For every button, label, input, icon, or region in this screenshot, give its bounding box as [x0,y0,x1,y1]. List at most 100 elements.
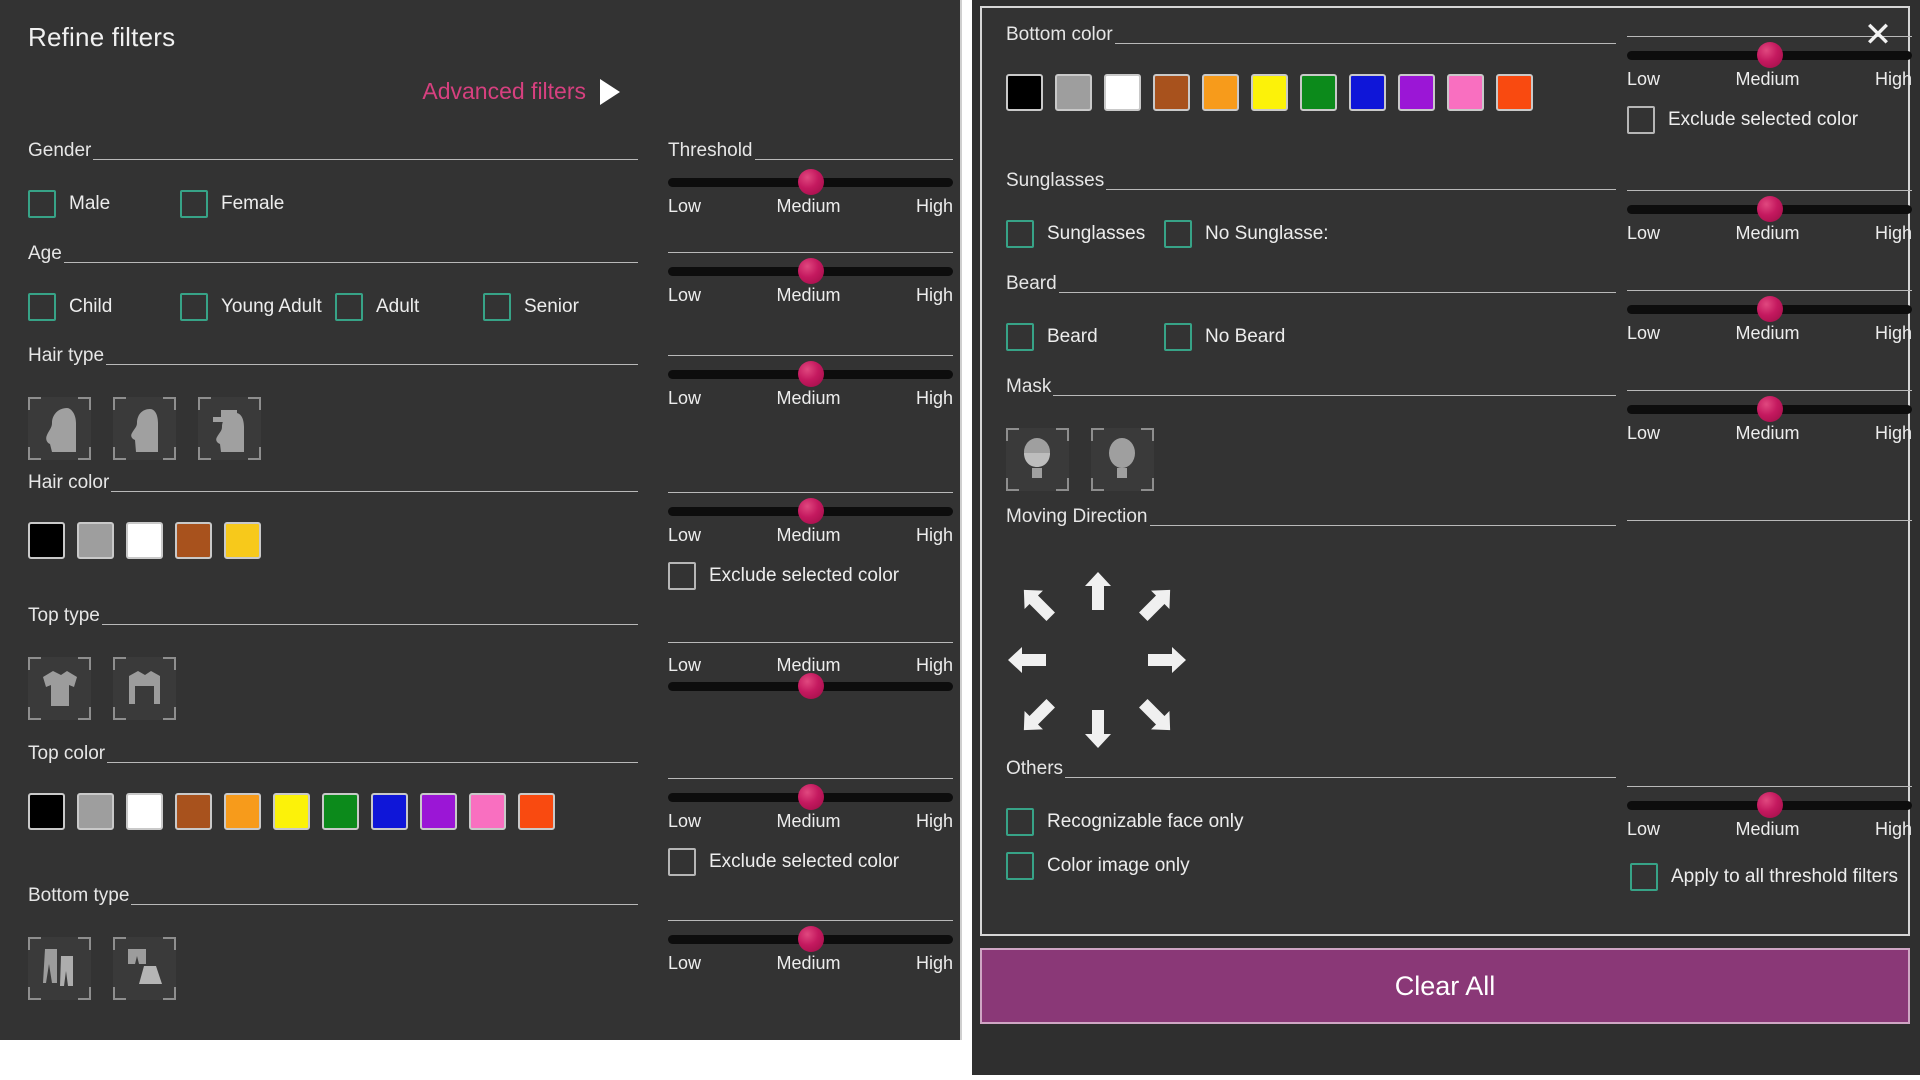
advanced-filters-button[interactable]: Advanced filters [422,78,620,105]
slider-thumb[interactable] [1756,296,1783,322]
checkbox-box[interactable] [1164,323,1192,351]
checkbox-exclude-selected-color[interactable]: Exclude selected color [668,848,953,876]
clear-all-button[interactable]: Clear All [980,948,1910,1024]
slider-thumb[interactable] [797,258,824,284]
checkbox-box[interactable] [1630,863,1658,891]
hair-color-swatch-0[interactable] [28,522,65,559]
slider-track[interactable] [668,926,953,952]
checkbox-box[interactable] [1627,106,1655,134]
arrow-left-icon[interactable] [1004,636,1052,689]
arrow-down-left-icon[interactable] [1014,692,1062,745]
arrow-down-right-icon[interactable] [1132,692,1180,745]
hair-color-swatch-3[interactable] [175,522,212,559]
checkbox-male[interactable]: Male [28,190,180,218]
slider-track[interactable] [668,673,953,699]
bottom-color-swatch-6[interactable] [1300,74,1337,111]
slider-track[interactable] [668,784,953,810]
checkbox-box[interactable] [1006,323,1034,351]
long-hair-icon[interactable] [28,397,91,460]
checkbox-young-adult[interactable]: Young Adult [180,293,335,321]
bottom-color-swatch-5[interactable] [1251,74,1288,111]
top-color-swatch-6[interactable] [322,793,359,830]
slider-track[interactable] [1627,196,1912,222]
checkbox-box[interactable] [335,293,363,321]
checkbox-box[interactable] [668,848,696,876]
long-sleeve-shirt-icon[interactable] [113,657,176,720]
top-color-swatch-2[interactable] [126,793,163,830]
checkbox-female[interactable]: Female [180,190,284,218]
slider-thumb[interactable] [1756,42,1783,68]
checkbox-box[interactable] [1164,220,1192,248]
checkbox-exclude-selected-color[interactable]: Exclude selected color [668,562,953,590]
bottom-color-swatch-9[interactable] [1447,74,1484,111]
bottom-color-swatch-0[interactable] [1006,74,1043,111]
slider-thumb[interactable] [797,169,824,195]
hat-icon[interactable] [198,397,261,460]
slider-thumb[interactable] [797,498,824,524]
checkbox-no-sunglasses[interactable]: No Sunglasse: [1164,220,1329,248]
checkbox-child[interactable]: Child [28,293,180,321]
checkbox-apply-all-threshold[interactable]: Apply to all threshold filters [1630,863,1898,891]
bottom-color-swatch-8[interactable] [1398,74,1435,111]
checkbox-senior[interactable]: Senior [483,293,579,321]
checkbox-box[interactable] [1006,852,1034,880]
slider-track[interactable] [668,169,953,195]
slider-thumb[interactable] [1756,396,1783,422]
top-color-swatch-10[interactable] [518,793,555,830]
shorts-skirt-icon[interactable] [113,937,176,1000]
arrow-up-right-icon[interactable] [1132,580,1180,633]
checkbox-beard[interactable]: Beard [1006,323,1164,351]
checkbox-box[interactable] [180,190,208,218]
bottom-color-swatch-2[interactable] [1104,74,1141,111]
checkbox-box[interactable] [483,293,511,321]
close-icon[interactable]: ✕ [1858,16,1898,56]
slider-thumb[interactable] [797,926,824,952]
slider-track[interactable] [1627,396,1912,422]
slider-thumb[interactable] [1756,792,1783,818]
top-color-swatch-7[interactable] [371,793,408,830]
top-color-swatch-9[interactable] [469,793,506,830]
top-color-swatch-5[interactable] [273,793,310,830]
bottom-color-swatch-7[interactable] [1349,74,1386,111]
slider-thumb[interactable] [797,673,824,699]
slider-track[interactable] [1627,792,1912,818]
top-color-swatch-4[interactable] [224,793,261,830]
bottom-color-swatch-1[interactable] [1055,74,1092,111]
slider-thumb[interactable] [1756,196,1783,222]
checkbox-box[interactable] [1006,808,1034,836]
checkbox-box[interactable] [1006,220,1034,248]
checkbox-adult[interactable]: Adult [335,293,483,321]
top-color-swatch-3[interactable] [175,793,212,830]
checkbox-color-image-only[interactable]: Color image only [1006,852,1616,880]
slider-track[interactable] [1627,296,1912,322]
top-color-swatch-8[interactable] [420,793,457,830]
slider-track[interactable] [668,498,953,524]
arrow-up-left-icon[interactable] [1014,580,1062,633]
checkbox-no-beard[interactable]: No Beard [1164,323,1285,351]
arrow-right-icon[interactable] [1142,636,1190,689]
top-color-swatch-0[interactable] [28,793,65,830]
checkbox-sunglasses[interactable]: Sunglasses [1006,220,1164,248]
bottom-color-swatch-4[interactable] [1202,74,1239,111]
slider-thumb[interactable] [797,784,824,810]
masked-face-icon[interactable] [1006,428,1069,491]
checkbox-box[interactable] [28,293,56,321]
checkbox-box[interactable] [180,293,208,321]
unmasked-face-icon[interactable] [1091,428,1154,491]
arrow-down-icon[interactable] [1074,704,1122,757]
checkbox-box[interactable] [668,562,696,590]
bottom-color-swatch-3[interactable] [1153,74,1190,111]
short-hair-icon[interactable] [113,397,176,460]
checkbox-recognizable-face-only[interactable]: Recognizable face only [1006,808,1616,836]
slider-track[interactable] [668,361,953,387]
hair-color-swatch-4[interactable] [224,522,261,559]
slider-thumb[interactable] [797,361,824,387]
hair-color-swatch-2[interactable] [126,522,163,559]
trousers-icon[interactable] [28,937,91,1000]
bottom-color-swatch-10[interactable] [1496,74,1533,111]
checkbox-exclude-selected-color[interactable]: Exclude selected color [1627,106,1912,134]
checkbox-box[interactable] [28,190,56,218]
short-sleeve-shirt-icon[interactable] [28,657,91,720]
top-color-swatch-1[interactable] [77,793,114,830]
hair-color-swatch-1[interactable] [77,522,114,559]
